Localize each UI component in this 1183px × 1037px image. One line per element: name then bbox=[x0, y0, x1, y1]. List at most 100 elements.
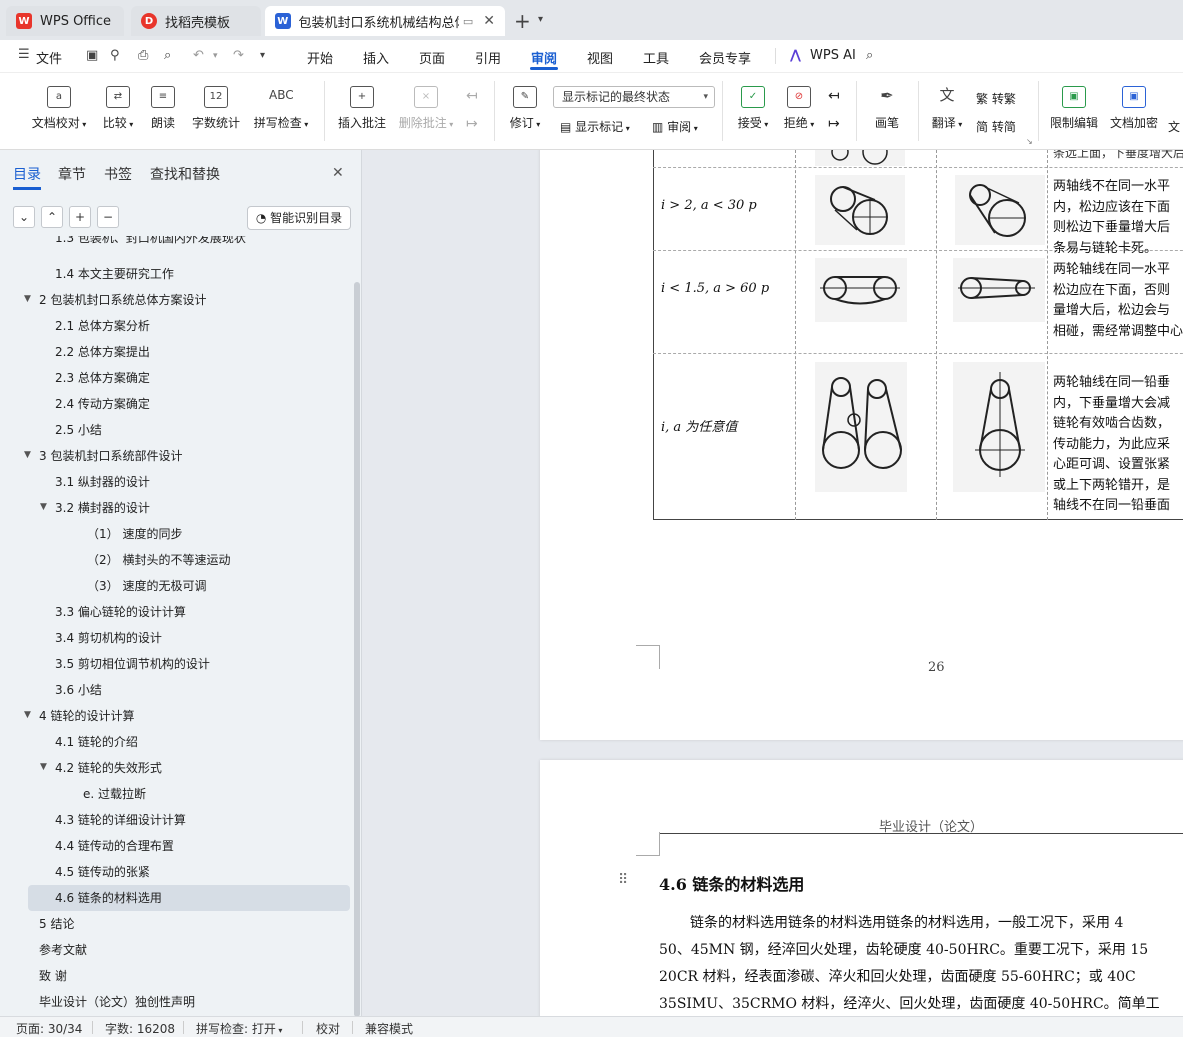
toc-item[interactable]: 3.4 剪切机构的设计 bbox=[55, 625, 162, 651]
close-tab-icon[interactable]: ✕ bbox=[483, 13, 495, 29]
close-pane-icon[interactable]: ✕ bbox=[332, 165, 344, 181]
markup-state-select[interactable]: 显示标记的最终状态 ▾ bbox=[553, 86, 715, 108]
toc-item[interactable]: 4.2 链轮的失效形式 bbox=[55, 755, 162, 781]
menu-page[interactable]: 页面 bbox=[419, 48, 445, 67]
toc-item[interactable]: （1） 速度的同步 bbox=[87, 521, 182, 547]
toc-item[interactable]: 4 链轮的设计计算 bbox=[39, 703, 134, 729]
word-count-indicator[interactable]: 字数: 16208 bbox=[105, 1020, 175, 1037]
toc-item[interactable]: 5 结论 bbox=[39, 911, 74, 937]
accept-button[interactable]: ✓ 接受 ▾ bbox=[734, 86, 772, 131]
reject-button[interactable]: ⊘ 拒绝 ▾ bbox=[780, 86, 818, 131]
spell-check-button[interactable]: ABC 拼写检查 ▾ bbox=[250, 86, 312, 131]
toc-item[interactable]: 2.4 传动方案确定 bbox=[55, 391, 150, 417]
collapse-arrow-icon[interactable]: ▼ bbox=[24, 450, 31, 460]
toc-item[interactable]: e. 过载拉断 bbox=[83, 781, 146, 807]
remove-heading-button[interactable]: − bbox=[97, 206, 119, 228]
toc-item[interactable]: （3） 速度的无极可调 bbox=[87, 573, 206, 599]
toc-item[interactable]: 参考文献 bbox=[39, 937, 87, 963]
print-preview-icon[interactable]: ⌕ bbox=[164, 48, 171, 63]
review-pane-button[interactable]: ▥ 审阅 ▾ bbox=[652, 118, 698, 135]
insert-comment-button[interactable]: + 插入批注 bbox=[334, 86, 390, 131]
smart-toc-button[interactable]: ◔ 智能识别目录 bbox=[247, 206, 351, 230]
toc-item-active[interactable]: 4.6 链条的材料选用 bbox=[28, 885, 350, 911]
next-change-icon[interactable]: ↦ bbox=[828, 116, 840, 132]
toc-item[interactable]: 2.5 小结 bbox=[55, 417, 102, 443]
menu-insert[interactable]: 插入 bbox=[363, 48, 389, 67]
toc-item[interactable]: 3.1 纵封器的设计 bbox=[55, 469, 150, 495]
undo-chevron-icon[interactable]: ▾ bbox=[213, 51, 218, 61]
save-icon[interactable]: ▣ bbox=[86, 48, 98, 63]
proofread-status[interactable]: 校对 bbox=[316, 1020, 340, 1037]
toc-item[interactable]: 4.1 链轮的介绍 bbox=[55, 729, 138, 755]
doc-check-button[interactable]: a 文档校对 ▾ bbox=[28, 86, 90, 131]
menu-references[interactable]: 引用 bbox=[475, 48, 501, 67]
menu-member[interactable]: 会员专享 bbox=[699, 48, 751, 67]
next-comment-icon[interactable]: ↦ bbox=[466, 116, 478, 132]
tab-docer[interactable]: D 找稻壳模板 bbox=[131, 6, 261, 36]
menu-view[interactable]: 视图 bbox=[587, 48, 613, 67]
collapse-arrow-icon[interactable]: ▼ bbox=[40, 502, 47, 512]
toc-item[interactable]: 1.3 包装机、封口机国内外发展现状 bbox=[55, 236, 246, 249]
to-simplified-button[interactable]: 简 转简 bbox=[976, 118, 1016, 135]
redo-icon[interactable]: ↷ bbox=[233, 48, 244, 63]
window-icon[interactable]: ▭ bbox=[463, 15, 473, 28]
show-markup-button[interactable]: ▤ 显示标记 ▾ bbox=[560, 118, 630, 135]
collapse-arrow-icon[interactable]: ▼ bbox=[24, 294, 31, 304]
share-icon[interactable]: ⚲ bbox=[110, 48, 120, 63]
toc-item[interactable]: 4.4 链传动的合理布置 bbox=[55, 833, 174, 859]
menu-tools[interactable]: 工具 bbox=[643, 48, 669, 67]
toc-item[interactable]: （2） 横封头的不等速运动 bbox=[87, 547, 230, 573]
compare-button[interactable]: ⇄ 比较 ▾ bbox=[98, 86, 138, 131]
toc-item[interactable]: 4.3 链轮的详细设计计算 bbox=[55, 807, 186, 833]
prev-change-icon[interactable]: ↤ bbox=[828, 88, 840, 104]
toc-item[interactable]: 2.2 总体方案提出 bbox=[55, 339, 150, 365]
translate-button[interactable]: 文 翻译 ▾ bbox=[928, 86, 966, 131]
tab-document[interactable]: W 包装机封口系统机械结构总体 ▭ ✕ bbox=[265, 6, 505, 36]
revise-button[interactable]: ✎ 修订 ▾ bbox=[505, 86, 545, 131]
word-count-button[interactable]: 12 字数统计 bbox=[190, 86, 242, 131]
collapse-arrow-icon[interactable]: ▼ bbox=[40, 762, 47, 772]
hamburger-icon[interactable]: ☰ bbox=[18, 47, 30, 62]
new-tab-icon[interactable]: + bbox=[514, 9, 531, 33]
doc-more-button-partial[interactable]: 文 bbox=[1168, 118, 1180, 135]
page-indicator[interactable]: 页面: 30/34 bbox=[16, 1020, 82, 1037]
dialog-launcher-icon[interactable]: ↘ bbox=[1026, 137, 1033, 146]
print-icon[interactable]: ⎙ bbox=[138, 48, 148, 63]
drag-handle-icon[interactable]: ⠿ bbox=[618, 872, 628, 888]
collapse-up-button[interactable]: ⌃ bbox=[41, 206, 63, 228]
toc-item[interactable]: 3.2 横封器的设计 bbox=[55, 495, 150, 521]
tab-list-chevron-icon[interactable]: ▾ bbox=[538, 14, 543, 25]
tab-bookmarks[interactable]: 书签 bbox=[104, 164, 132, 184]
restrict-edit-button[interactable]: ▣ 限制编辑 bbox=[1048, 86, 1100, 131]
doc-encrypt-button[interactable]: ▣ 文档加密 bbox=[1108, 86, 1160, 131]
toc-item[interactable]: 3.6 小结 bbox=[55, 677, 102, 703]
tab-wps-office[interactable]: W WPS Office bbox=[6, 6, 124, 36]
tab-toc[interactable]: 目录 bbox=[13, 164, 41, 184]
delete-comment-button[interactable]: × 删除批注 ▾ bbox=[395, 86, 457, 131]
add-heading-button[interactable]: + bbox=[69, 206, 91, 228]
to-traditional-button[interactable]: 繁 转繁 bbox=[976, 90, 1016, 107]
read-aloud-button[interactable]: ≡ 朗读 bbox=[148, 86, 178, 131]
toc-item[interactable]: 致 谢 bbox=[39, 963, 67, 989]
prev-comment-icon[interactable]: ↤ bbox=[466, 88, 478, 104]
toc-item[interactable]: 2.3 总体方案确定 bbox=[55, 365, 150, 391]
spell-check-status[interactable]: 拼写检查: 打开 ▾ bbox=[196, 1020, 282, 1037]
tab-find-replace[interactable]: 查找和替换 bbox=[150, 164, 220, 184]
toc-item[interactable]: 3.3 偏心链轮的设计计算 bbox=[55, 599, 186, 625]
tab-chapters[interactable]: 章节 bbox=[58, 164, 86, 184]
toc-item[interactable]: 毕业设计（论文）独创性声明 bbox=[39, 989, 195, 1015]
menu-file[interactable]: 文件 bbox=[36, 48, 62, 67]
toc-item[interactable]: 2.1 总体方案分析 bbox=[55, 313, 150, 339]
toc-item[interactable]: 1.4 本文主要研究工作 bbox=[55, 261, 174, 287]
toc-scrollbar[interactable] bbox=[354, 282, 360, 1017]
toc-item[interactable]: 3.5 剪切相位调节机构的设计 bbox=[55, 651, 210, 677]
expand-down-button[interactable]: ⌄ bbox=[13, 206, 35, 228]
toc-item[interactable]: 2 包装机封口系统总体方案设计 bbox=[39, 287, 206, 313]
toc-item[interactable]: 4.5 链传动的张紧 bbox=[55, 859, 150, 885]
undo-icon[interactable]: ↶ bbox=[193, 48, 204, 63]
menu-home[interactable]: 开始 bbox=[307, 48, 333, 67]
menu-wps-ai[interactable]: WPS AI bbox=[810, 48, 856, 63]
ink-button[interactable]: ✒ 画笔 bbox=[870, 86, 904, 131]
menu-review[interactable]: 审阅 bbox=[531, 48, 557, 67]
more-chevron-icon[interactable]: ▾ bbox=[260, 50, 265, 61]
